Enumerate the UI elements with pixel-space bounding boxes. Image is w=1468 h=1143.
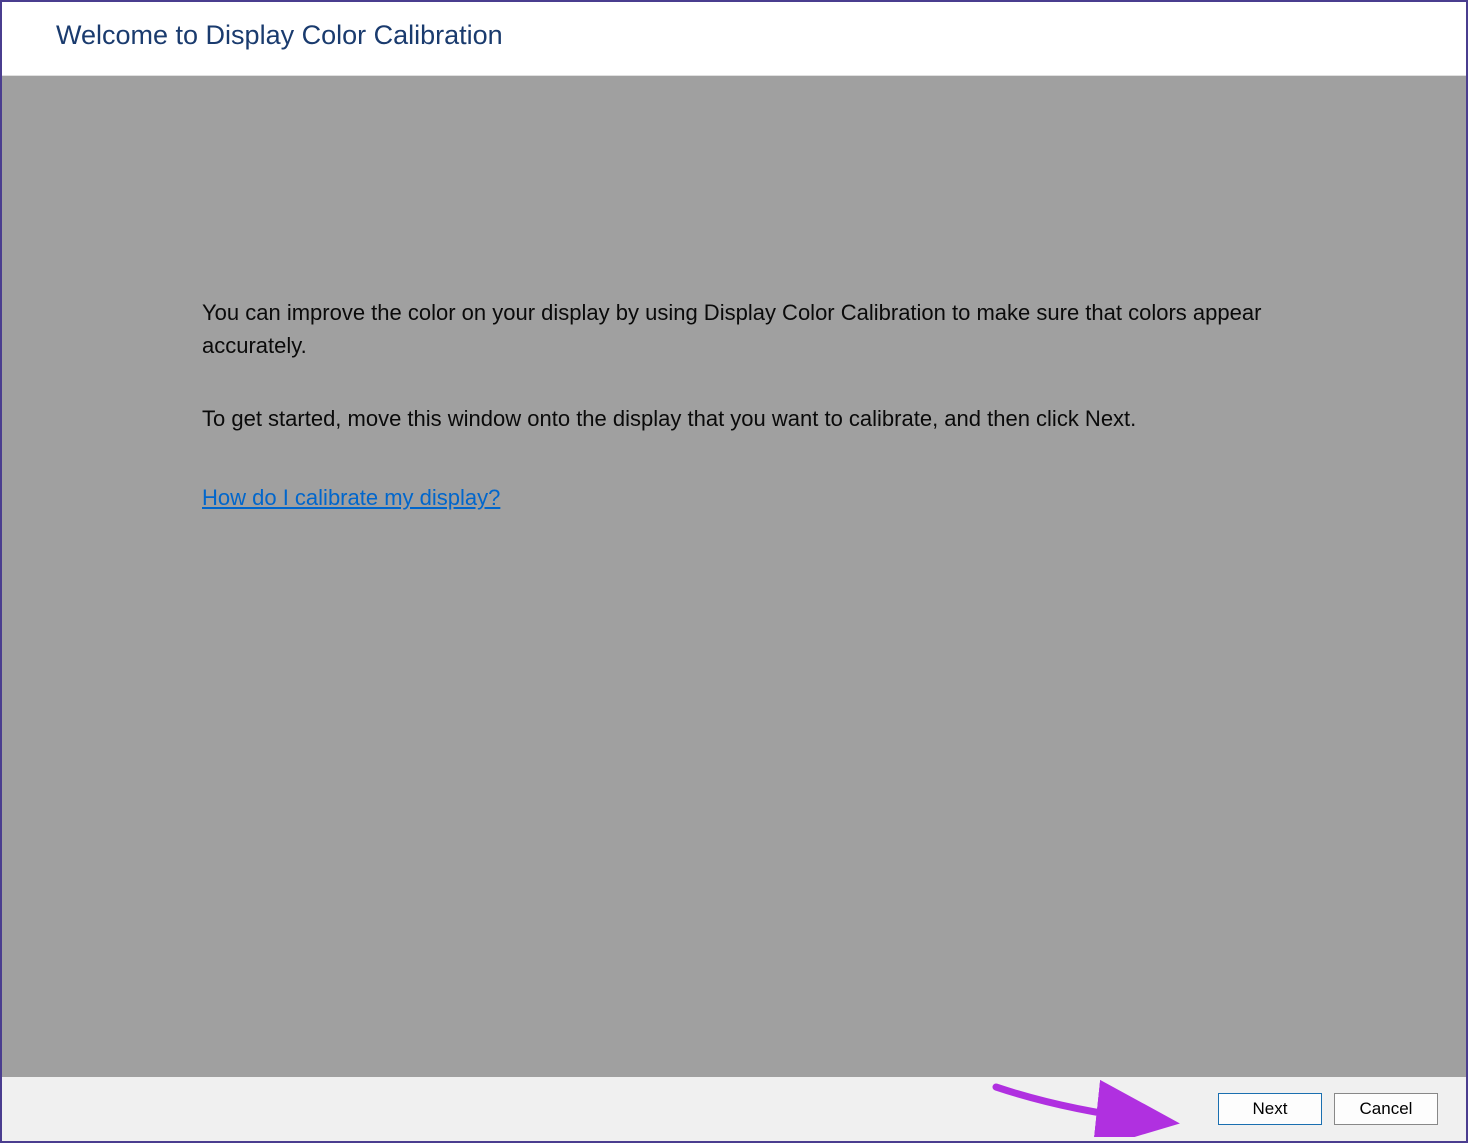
help-link[interactable]: How do I calibrate my display? [202, 485, 500, 510]
calibration-wizard-window: Welcome to Display Color Calibration You… [0, 0, 1468, 1143]
window-header: Welcome to Display Color Calibration [2, 2, 1466, 76]
button-bar: Next Cancel [2, 1077, 1466, 1141]
page-title: Welcome to Display Color Calibration [56, 20, 1466, 51]
next-button[interactable]: Next [1218, 1093, 1322, 1125]
content-area: You can improve the color on your displa… [2, 76, 1466, 1077]
instruction-paragraph: To get started, move this window onto th… [202, 402, 1266, 435]
intro-paragraph: You can improve the color on your displa… [202, 296, 1266, 362]
cancel-button[interactable]: Cancel [1334, 1093, 1438, 1125]
